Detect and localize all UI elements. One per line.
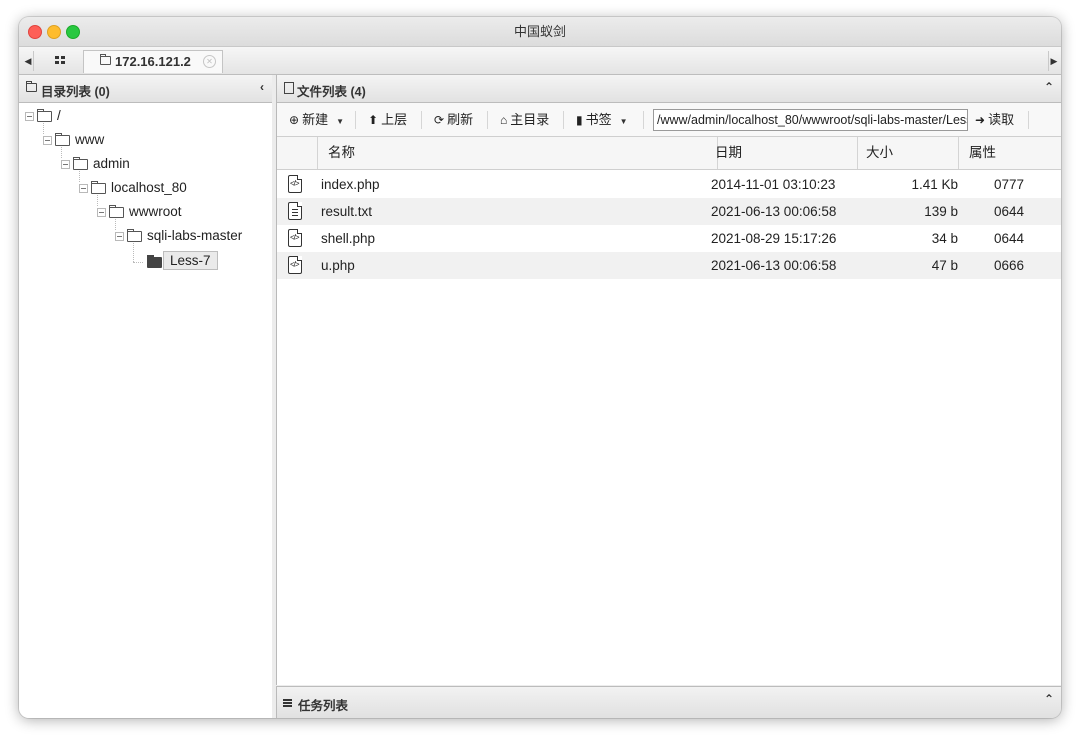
- code-file-icon: </>: [288, 256, 302, 274]
- column-name[interactable]: 名称: [317, 137, 718, 169]
- folder-icon: [73, 157, 88, 170]
- file-row[interactable]: </> index.php 2014-11-01 03:10:23 1.41 K…: [277, 171, 1061, 198]
- refresh-button[interactable]: ⟳ 刷新: [434, 103, 473, 136]
- folder-icon: [100, 54, 111, 65]
- text-file-icon: [288, 202, 302, 220]
- file-size: 1.41 Kb: [911, 177, 958, 192]
- bookmark-icon: ▮: [576, 113, 583, 127]
- column-icon: [277, 137, 318, 169]
- tab-label: 172.16.121.2: [115, 54, 191, 69]
- home-directory-button[interactable]: ⌂ 主目录: [500, 103, 549, 136]
- file-name: index.php: [321, 177, 380, 192]
- app-window: 中国蚁剑 ◀ 172.16.121.2 ✕ ▶ 目录列表 (0) ‹ / www…: [19, 17, 1061, 718]
- file-row[interactable]: </> u.php 2021-06-13 00:06:58 47 b 0666: [277, 252, 1061, 279]
- read-button[interactable]: ➜ 读取: [975, 103, 1014, 136]
- file-name: result.txt: [321, 204, 373, 219]
- file-size: 47 b: [931, 258, 958, 273]
- expand-up-icon[interactable]: ⌃: [1044, 692, 1054, 706]
- folder-icon: [55, 133, 70, 146]
- file-date: 2014-11-01 03:10:23: [711, 177, 836, 192]
- collapse-toggle-icon[interactable]: [25, 112, 34, 121]
- window-title: 中国蚁剑: [513, 24, 566, 39]
- bookmark-button[interactable]: ▮ 书签 ▼: [576, 103, 628, 136]
- folder-icon: [91, 181, 106, 194]
- refresh-icon: ⟳: [434, 113, 445, 127]
- tab-bar: ◀ 172.16.121.2 ✕ ▶: [19, 47, 1061, 75]
- file-attr: 0777: [994, 177, 1025, 192]
- caret-down-icon: ▼: [336, 117, 344, 126]
- collapse-toggle-icon[interactable]: [115, 232, 124, 241]
- column-size[interactable]: 大小: [858, 137, 959, 169]
- arrow-up-icon: ⬆: [368, 113, 379, 127]
- directory-panel: 目录列表 (0) ‹ / www admin localhost_80 wwwr…: [19, 75, 273, 718]
- folder-open-icon: [147, 255, 162, 268]
- collapse-toggle-icon[interactable]: [97, 208, 106, 217]
- tab-scroll-left-button[interactable]: ◀: [23, 51, 34, 71]
- tab-close-icon[interactable]: ✕: [203, 55, 216, 68]
- folder-icon: [26, 81, 37, 92]
- folder-icon: [127, 229, 142, 242]
- file-size: 139 b: [924, 204, 958, 219]
- up-directory-button[interactable]: ⬆ 上层: [368, 103, 407, 136]
- collapse-left-icon[interactable]: ‹: [260, 80, 264, 94]
- collapse-toggle-icon[interactable]: [79, 184, 88, 193]
- file-name: shell.php: [321, 231, 376, 246]
- code-file-icon: </>: [288, 175, 302, 193]
- collapse-toggle-icon[interactable]: [43, 136, 52, 145]
- directory-panel-title: 目录列表 (0): [41, 85, 110, 99]
- title-bar: 中国蚁剑: [19, 17, 1061, 47]
- file-row[interactable]: </> shell.php 2021-08-29 15:17:26 34 b 0…: [277, 225, 1061, 252]
- minimize-window-button[interactable]: [47, 25, 61, 39]
- task-list-panel: 任务列表 ⌃: [276, 686, 1061, 718]
- folder-icon: [37, 109, 52, 122]
- tab-session[interactable]: 172.16.121.2 ✕: [83, 50, 223, 73]
- file-list-panel: 文件列表 (4) ⌃ ⊕新建▼ ⬆上层 ⟳刷新 ⌂主目录 ▮书签▼: [276, 75, 1061, 685]
- zoom-window-button[interactable]: [66, 25, 80, 39]
- column-date[interactable]: 日期: [707, 137, 858, 169]
- file-name: u.php: [321, 258, 355, 273]
- file-date: 2021-08-29 15:17:26: [711, 231, 837, 246]
- task-list-title: 任务列表: [298, 699, 349, 713]
- path-input[interactable]: /www/admin/localhost_80/wwwroot/sqli-lab…: [653, 109, 968, 131]
- file-attr: 0644: [994, 204, 1025, 219]
- collapse-up-icon[interactable]: ⌃: [1044, 80, 1054, 94]
- file-list-header: 文件列表 (4) ⌃: [277, 75, 1061, 103]
- file-icon: [284, 82, 294, 94]
- home-icon: ⌂: [500, 113, 508, 127]
- tab-scroll-right-button[interactable]: ▶: [1048, 51, 1059, 71]
- file-attr: 0644: [994, 231, 1025, 246]
- column-attr[interactable]: 属性: [959, 137, 1061, 169]
- file-attr: 0666: [994, 258, 1025, 273]
- collapse-toggle-icon[interactable]: [61, 160, 70, 169]
- caret-down-icon: ▼: [619, 117, 628, 126]
- file-size: 34 b: [931, 231, 958, 246]
- directory-panel-header: 目录列表 (0) ‹: [19, 75, 272, 103]
- file-date: 2021-06-13 00:06:58: [711, 258, 837, 273]
- plus-circle-icon: ⊕: [289, 113, 300, 127]
- directory-tree: / www admin localhost_80 wwwroot sqli-la…: [19, 102, 272, 712]
- home-grid-button[interactable]: [46, 51, 76, 71]
- file-row[interactable]: result.txt 2021-06-13 00:06:58 139 b 064…: [277, 198, 1061, 225]
- file-grid-header: 名称 日期 大小 属性: [277, 137, 1061, 170]
- file-toolbar: ⊕ 新建 ▼ ⬆ 上层 ⟳ 刷新 ⌂ 主目录 ▮ 书签 ▼ /www/admin/localh…: [277, 103, 1061, 137]
- folder-icon: [109, 205, 124, 218]
- file-list-title: 文件列表 (4): [297, 85, 366, 99]
- code-file-icon: </>: [288, 229, 302, 247]
- file-date: 2021-06-13 00:06:58: [711, 204, 837, 219]
- close-window-button[interactable]: [28, 25, 42, 39]
- list-icon: [283, 699, 292, 701]
- grid-icon: [55, 56, 59, 59]
- arrow-right-icon: ➜: [975, 113, 986, 127]
- new-button[interactable]: ⊕ 新建 ▼: [289, 103, 344, 136]
